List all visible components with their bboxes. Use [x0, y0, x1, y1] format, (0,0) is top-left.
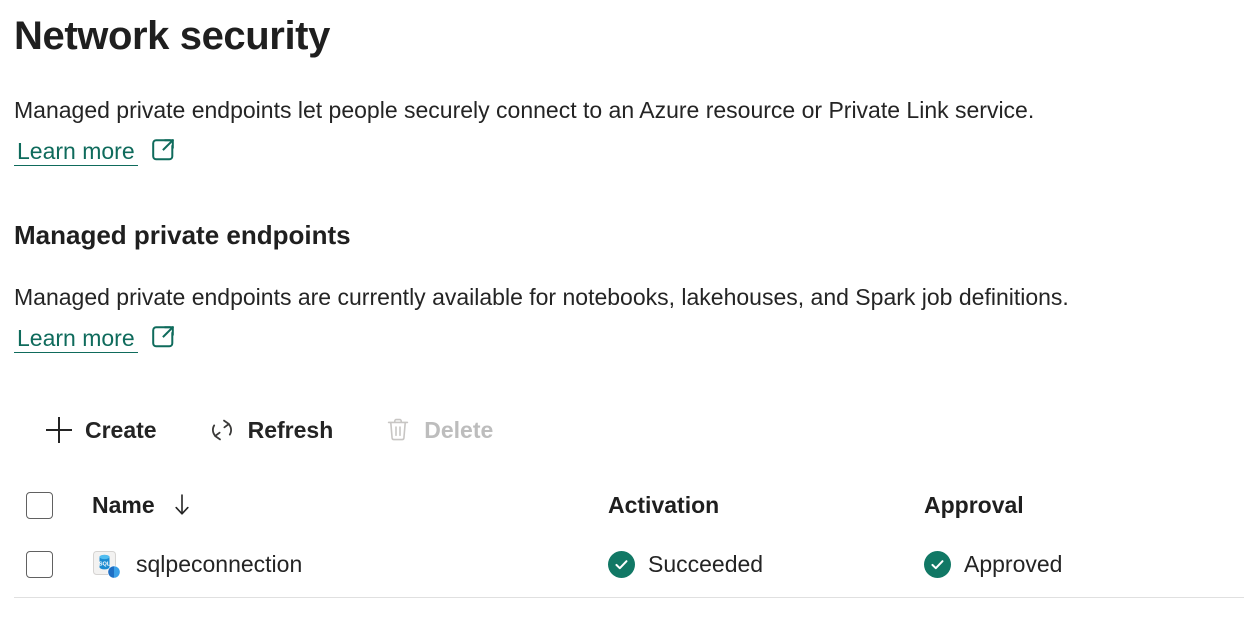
column-header-name[interactable]: Name [92, 492, 608, 519]
column-header-approval-label: Approval [924, 492, 1024, 519]
refresh-button-label: Refresh [248, 417, 334, 443]
azure-sql-private-link-icon: SQL [92, 550, 122, 580]
approval-status-badge: Approved [924, 551, 1062, 578]
column-header-name-label: Name [92, 492, 155, 519]
plus-icon [44, 415, 74, 445]
check-circle-icon [924, 551, 951, 578]
activation-status-text: Succeeded [648, 551, 763, 578]
select-all-checkbox[interactable] [26, 492, 53, 519]
section-description-text: Managed private endpoints are currently … [14, 284, 1069, 310]
managed-private-endpoints-table: Name Activation Approval [14, 478, 1244, 598]
column-header-activation[interactable]: Activation [608, 492, 924, 519]
section-description: Managed private endpoints are currently … [14, 277, 1164, 359]
table-toolbar: Create Refresh [34, 406, 503, 454]
intro-paragraph: Managed private endpoints let people sec… [14, 90, 1159, 172]
create-button-label: Create [85, 417, 157, 443]
section-learn-more-link[interactable]: Learn more [14, 325, 138, 353]
intro-learn-more-link[interactable]: Learn more [14, 138, 138, 166]
cell-name: SQL sqlpeconnection [92, 550, 608, 580]
endpoint-name: sqlpeconnection [136, 551, 302, 578]
arrow-down-icon [171, 492, 193, 518]
select-all-cell [14, 492, 92, 519]
approval-status-text: Approved [964, 551, 1062, 578]
column-header-activation-label: Activation [608, 492, 719, 519]
activation-status-badge: Succeeded [608, 551, 763, 578]
refresh-button[interactable]: Refresh [197, 408, 344, 452]
cell-approval: Approved [924, 551, 1224, 578]
delete-button-label: Delete [424, 417, 493, 443]
row-select-cell [14, 551, 92, 578]
intro-text: Managed private endpoints let people sec… [14, 97, 1034, 123]
refresh-icon [207, 415, 237, 445]
page-title: Network security [14, 10, 330, 62]
create-button[interactable]: Create [34, 408, 167, 452]
table-header-row: Name Activation Approval [14, 478, 1244, 532]
table-row[interactable]: SQL sqlpeconnection Succeeded [14, 532, 1244, 598]
cell-activation: Succeeded [608, 551, 924, 578]
open-in-new-icon[interactable] [150, 324, 176, 350]
trash-icon [383, 415, 413, 445]
network-security-page: Network security Managed private endpoin… [0, 0, 1258, 625]
column-header-approval[interactable]: Approval [924, 492, 1224, 519]
delete-button: Delete [373, 408, 503, 452]
svg-text:SQL: SQL [99, 561, 111, 567]
check-circle-icon [608, 551, 635, 578]
open-in-new-icon[interactable] [150, 137, 176, 163]
section-heading: Managed private endpoints [14, 217, 351, 253]
row-checkbox[interactable] [26, 551, 53, 578]
